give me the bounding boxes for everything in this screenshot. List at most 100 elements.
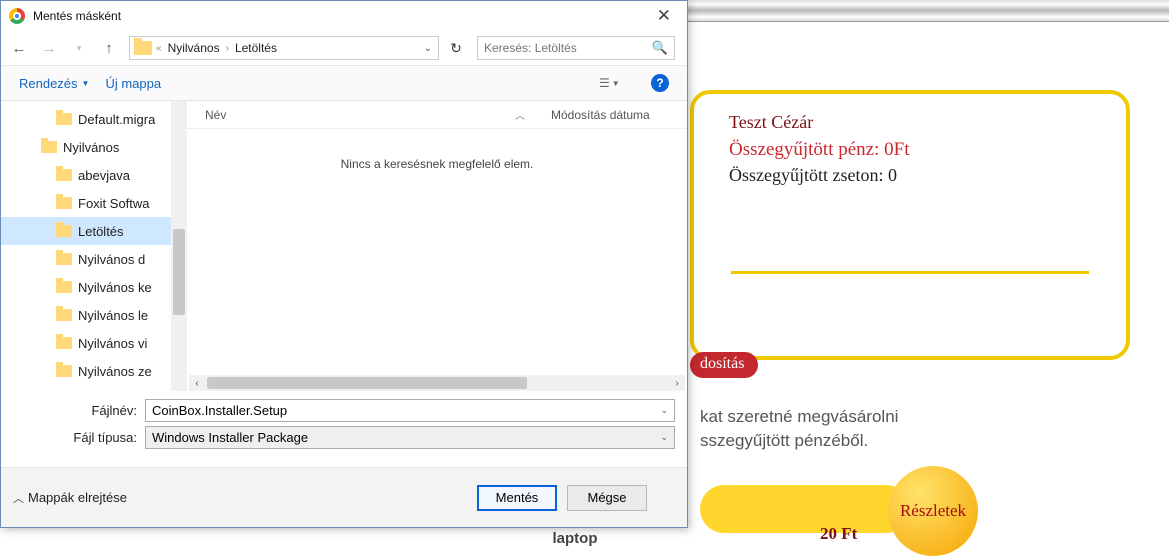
dialog-footer: ︿ Mappák elrejtése Mentés Mégse [1,467,687,527]
tree-label: Default.migra [78,112,155,127]
column-header-modified[interactable]: Módosítás dátuma [533,108,687,122]
tree-label: Nyilvános vi [78,336,147,351]
product-track [700,485,910,533]
tree-item[interactable]: Nyilvános [1,133,171,161]
filetype-label: Fájl típusa: [13,430,145,445]
scroll-right-button[interactable]: › [669,375,685,391]
chevron-right-icon: « [156,43,162,54]
empty-message: Nincs a keresésnek megfelelő elem. [187,129,687,375]
help-button[interactable]: ? [651,74,669,92]
folder-icon [56,253,72,265]
organize-button[interactable]: Rendezés ▼ [19,76,89,91]
tree-label: Letöltés [78,224,124,239]
new-folder-button[interactable]: Új mappa [105,76,161,91]
filetype-select[interactable]: Windows Installer Package ⌄ [145,426,675,449]
hint-line-1: kat szeretné megvásárolni [700,407,898,426]
file-list-pane: Név ︿ Módosítás dátuma Nincs a keresésne… [187,101,687,391]
search-input[interactable]: 🔍 [477,36,675,60]
folder-tree[interactable]: Default.migra Nyilvános abevjava Foxit S… [1,101,171,391]
chevron-down-icon[interactable]: ⌄ [660,432,668,443]
scrollbar-thumb[interactable] [173,229,185,315]
tree-item[interactable]: Nyilvános d [1,245,171,273]
toolbar: Rendezés ▼ Új mappa ☰ ▼ ? [1,65,687,101]
search-icon: 🔍 [652,40,668,56]
tree-label: Nyilvános ke [78,280,152,295]
search-field[interactable] [484,41,652,55]
breadcrumb[interactable]: « Nyilvános › Letöltés ⌄ [129,36,439,60]
collected-money: Összegyűjtött pénz: 0Ft [729,139,1091,161]
tree-scrollbar[interactable] [171,101,187,391]
organize-label: Rendezés [19,76,78,91]
user-name: Teszt Cézár [729,112,1091,133]
folder-icon [56,337,72,349]
horizontal-scrollbar[interactable]: ‹ › [189,375,685,391]
view-options-button[interactable]: ☰ ▼ [599,73,627,93]
hint-line-2: sszegyűjtött pénzéből. [700,431,868,450]
folder-icon [56,197,72,209]
filename-label: Fájlnév: [13,403,145,418]
tree-label: Nyilvános le [78,308,148,323]
details-button[interactable]: Részletek [888,466,978,556]
tree-label: Foxit Softwa [78,196,150,211]
recent-dropdown[interactable]: ▾ [65,35,93,61]
tree-label: Nyilvános [63,140,119,155]
up-button[interactable]: ↑ [95,35,123,61]
cancel-button[interactable]: Mégse [567,485,647,511]
product-name: laptop [475,530,675,547]
sort-indicator[interactable]: ︿ [497,107,533,122]
column-header-row: Név ︿ Módosítás dátuma [187,101,687,129]
filename-field[interactable] [152,403,660,418]
nav-bar: ← → ▾ ↑ « Nyilvános › Letöltés ⌄ ↻ 🔍 [1,31,687,65]
chevron-down-icon[interactable]: ⌄ [660,405,668,416]
column-header-name[interactable]: Név [187,108,497,122]
dialog-body: Default.migra Nyilvános abevjava Foxit S… [1,101,687,391]
product-price: 20 Ft [820,524,857,544]
expand-icon[interactable]: ︿ [13,490,24,506]
back-button[interactable]: ← [5,35,33,61]
collected-chips: Összegyűjtött zseton: 0 [729,165,1091,186]
filename-input[interactable]: ⌄ [145,399,675,422]
hide-folders-link[interactable]: Mappák elrejtése [28,490,127,505]
chevron-down-icon: ▼ [82,79,90,88]
forward-button[interactable]: → [35,35,63,61]
tree-item[interactable]: Foxit Softwa [1,189,171,217]
chevron-down-icon[interactable]: ⌄ [418,43,438,54]
folder-icon [56,169,72,181]
folder-icon [41,141,57,153]
scrollbar-thumb[interactable] [207,377,527,389]
save-as-dialog: Mentés másként ✕ ← → ▾ ↑ « Nyilvános › L… [0,0,688,528]
folder-icon [56,309,72,321]
tree-label: Nyilvános d [78,252,145,267]
modify-badge[interactable]: dosítás [690,352,758,378]
tree-item[interactable]: Default.migra [1,105,171,133]
close-button[interactable]: ✕ [649,6,679,26]
tree-item-selected[interactable]: Letöltés [1,217,171,245]
folder-icon [134,41,152,55]
breadcrumb-part[interactable]: Nyilvános [168,41,220,55]
tree-item[interactable]: abevjava [1,161,171,189]
tree-item[interactable]: Nyilvános ke [1,273,171,301]
tree-label: abevjava [78,168,130,183]
purchase-hint: kat szeretné megvásárolni sszegyűjtött p… [700,405,898,453]
chrome-icon [9,8,25,24]
breadcrumb-part[interactable]: Letöltés [235,41,277,55]
folder-icon [56,225,72,237]
tree-label: Nyilvános ze [78,364,152,379]
scroll-left-button[interactable]: ‹ [189,375,205,391]
tree-item[interactable]: Nyilvános vi [1,329,171,357]
info-panel: Teszt Cézár Összegyűjtött pénz: 0Ft Össz… [690,90,1130,360]
filename-fields: Fájlnév: ⌄ Fájl típusa: Windows Installe… [1,391,687,457]
filetype-value: Windows Installer Package [152,430,660,445]
save-button[interactable]: Mentés [477,485,557,511]
folder-icon [56,281,72,293]
chevron-right-icon: › [226,43,229,54]
tree-item[interactable]: Nyilvános ze [1,357,171,385]
folder-icon [56,113,72,125]
tree-item[interactable]: Nyilvános le [1,301,171,329]
folder-icon [56,365,72,377]
dialog-title: Mentés másként [33,9,121,23]
refresh-button[interactable]: ↻ [443,36,469,60]
title-bar: Mentés másként ✕ [1,1,687,31]
window-chrome-bar [688,0,1169,22]
panel-divider [731,271,1089,274]
